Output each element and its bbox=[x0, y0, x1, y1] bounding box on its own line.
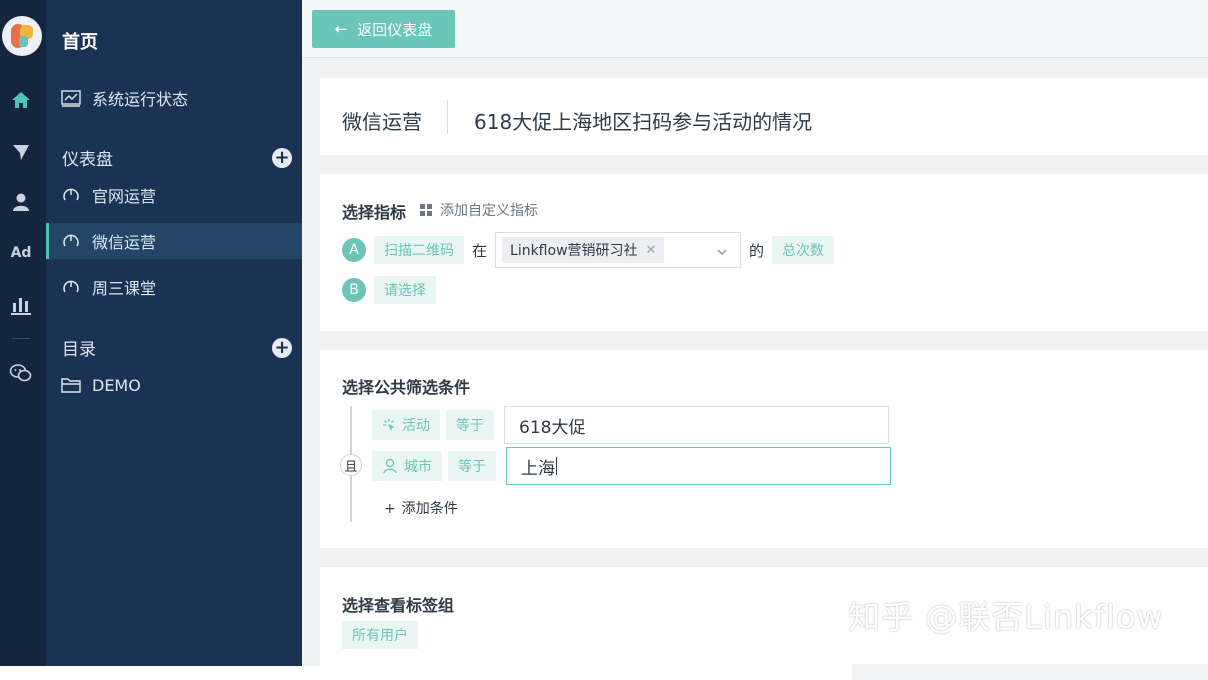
user-icon[interactable] bbox=[0, 192, 42, 212]
source-tag: Linkflow营销研习社 ✕ bbox=[502, 237, 665, 263]
of-label: 的 bbox=[749, 241, 765, 260]
sidebar-title[interactable]: 首页 bbox=[62, 28, 98, 54]
logic-and-toggle[interactable]: 且 bbox=[340, 454, 362, 476]
metric-row-b: B 请选择 bbox=[342, 276, 436, 304]
topbar: ← 返回仪表盘 bbox=[302, 0, 1208, 58]
sidebar-item-label: 官网运营 bbox=[92, 187, 157, 206]
tag-group-chip[interactable]: 所有用户 bbox=[342, 621, 418, 649]
filter-field-chip[interactable]: 城市 bbox=[372, 451, 442, 481]
sidebar-item-folder[interactable]: DEMO bbox=[46, 367, 302, 403]
logo[interactable] bbox=[2, 16, 42, 56]
measure-select-chip[interactable]: 总次数 bbox=[772, 236, 835, 264]
sidebar-item-dashboard[interactable]: 官网运营 bbox=[46, 177, 302, 213]
source-select[interactable]: Linkflow营销研习社 ✕ bbox=[495, 232, 742, 268]
folder-icon bbox=[60, 376, 82, 394]
metric-row-a: A 扫描二维码 在 Linkflow营销研习社 ✕ 的 总次数 bbox=[342, 232, 835, 268]
gauge-icon bbox=[60, 232, 82, 250]
add-condition-label: 添加条件 bbox=[401, 501, 458, 517]
home-icon[interactable] bbox=[0, 90, 42, 110]
filter-field-label: 城市 bbox=[404, 459, 432, 475]
filter-field-label: 活动 bbox=[402, 418, 430, 434]
bottom-shade bbox=[852, 664, 1208, 680]
catalog-section-label: 目录 bbox=[62, 340, 96, 360]
filter-value-text: 618大促 bbox=[519, 417, 586, 438]
add-catalog-button[interactable]: + bbox=[272, 338, 292, 358]
dashboards-section-label: 仪表盘 bbox=[62, 150, 113, 170]
user-outline-icon bbox=[382, 458, 398, 474]
text-cursor bbox=[556, 457, 557, 475]
bar-chart-icon[interactable] bbox=[0, 294, 42, 316]
filter-operator-chip[interactable]: 等于 bbox=[448, 451, 496, 481]
main-content: ← 返回仪表盘 微信运营 618大促上海地区扫码参与活动的情况 选择指标 添加自… bbox=[302, 0, 1208, 666]
chevron-down-icon[interactable] bbox=[716, 243, 728, 262]
send-icon[interactable] bbox=[0, 142, 42, 162]
plus-icon: + bbox=[384, 501, 396, 517]
rail-divider bbox=[12, 338, 30, 339]
filter-condition-row: 活动 等于 618大促 bbox=[372, 406, 889, 444]
tag-group-title: 选择查看标签组 bbox=[342, 596, 455, 615]
sidebar: 首页 系统运行状态 仪表盘 + 官网运营 微信运营 周三课堂 目录 + DEMO bbox=[46, 0, 302, 666]
back-to-dashboard-button[interactable]: ← 返回仪表盘 bbox=[312, 10, 455, 48]
close-icon[interactable]: ✕ bbox=[646, 243, 657, 258]
source-tag-label: Linkflow营销研习社 bbox=[510, 243, 638, 259]
metric-letter-badge: B bbox=[342, 278, 366, 302]
page-title[interactable]: 618大促上海地区扫码参与活动的情况 bbox=[474, 106, 812, 135]
arrow-left-icon: ← bbox=[334, 20, 348, 38]
metrics-card: 选择指标 添加自定义指标 A 扫描二维码 在 Linkflow营销研习社 ✕ 的… bbox=[320, 174, 1208, 331]
breadcrumb-divider bbox=[447, 100, 448, 134]
breadcrumb-category[interactable]: 微信运营 bbox=[342, 106, 422, 135]
filter-value-input[interactable]: 618大促 bbox=[504, 406, 889, 444]
filter-condition-row: 城市 等于 上海 bbox=[372, 447, 891, 485]
add-condition-button[interactable]: + 添加条件 bbox=[384, 498, 458, 518]
add-custom-metric-link[interactable]: 添加自定义指标 bbox=[420, 200, 538, 220]
add-dashboard-button[interactable]: + bbox=[272, 148, 292, 168]
ad-icon[interactable]: Ad bbox=[0, 245, 42, 261]
icon-rail: Ad bbox=[0, 0, 46, 666]
in-label: 在 bbox=[472, 241, 488, 260]
header-card: 微信运营 618大促上海地区扫码参与活动的情况 bbox=[320, 78, 1208, 155]
metric-letter-badge: A bbox=[342, 238, 366, 262]
sidebar-item-dashboard[interactable]: 周三课堂 bbox=[46, 269, 302, 305]
metrics-title: 选择指标 bbox=[342, 203, 407, 222]
event-select-chip[interactable]: 请选择 bbox=[374, 276, 436, 304]
event-select-chip[interactable]: 扫描二维码 bbox=[374, 236, 464, 264]
wechat-icon[interactable] bbox=[0, 362, 42, 384]
filter-operator-chip[interactable]: 等于 bbox=[446, 410, 494, 440]
sidebar-item-label: DEMO bbox=[92, 375, 141, 395]
sidebar-item-label: 周三课堂 bbox=[92, 279, 157, 298]
back-button-label: 返回仪表盘 bbox=[357, 20, 433, 39]
filters-title: 选择公共筛选条件 bbox=[342, 378, 471, 397]
gauge-icon bbox=[60, 278, 82, 296]
sidebar-item-dashboard-active[interactable]: 微信运营 bbox=[46, 223, 302, 259]
add-custom-metric-label: 添加自定义指标 bbox=[440, 203, 538, 219]
gauge-icon bbox=[60, 186, 82, 204]
filter-field-chip[interactable]: 活动 bbox=[372, 410, 440, 440]
monitor-chart-icon bbox=[60, 89, 82, 107]
sparkle-click-icon bbox=[382, 418, 396, 432]
filter-value-text: 上海 bbox=[521, 458, 555, 479]
filters-card: 选择公共筛选条件 且 活动 等于 618大促 城市 等于 上海 + 添加条件 bbox=[320, 350, 1208, 548]
sidebar-item-label: 微信运营 bbox=[92, 233, 157, 252]
filter-value-input[interactable]: 上海 bbox=[506, 447, 891, 485]
grid-icon bbox=[420, 204, 432, 216]
watermark: 知乎 @联否Linkflow bbox=[848, 598, 1164, 636]
sidebar-item-label: 系统运行状态 bbox=[92, 90, 189, 109]
sidebar-item-system-status[interactable]: 系统运行状态 bbox=[46, 80, 302, 116]
